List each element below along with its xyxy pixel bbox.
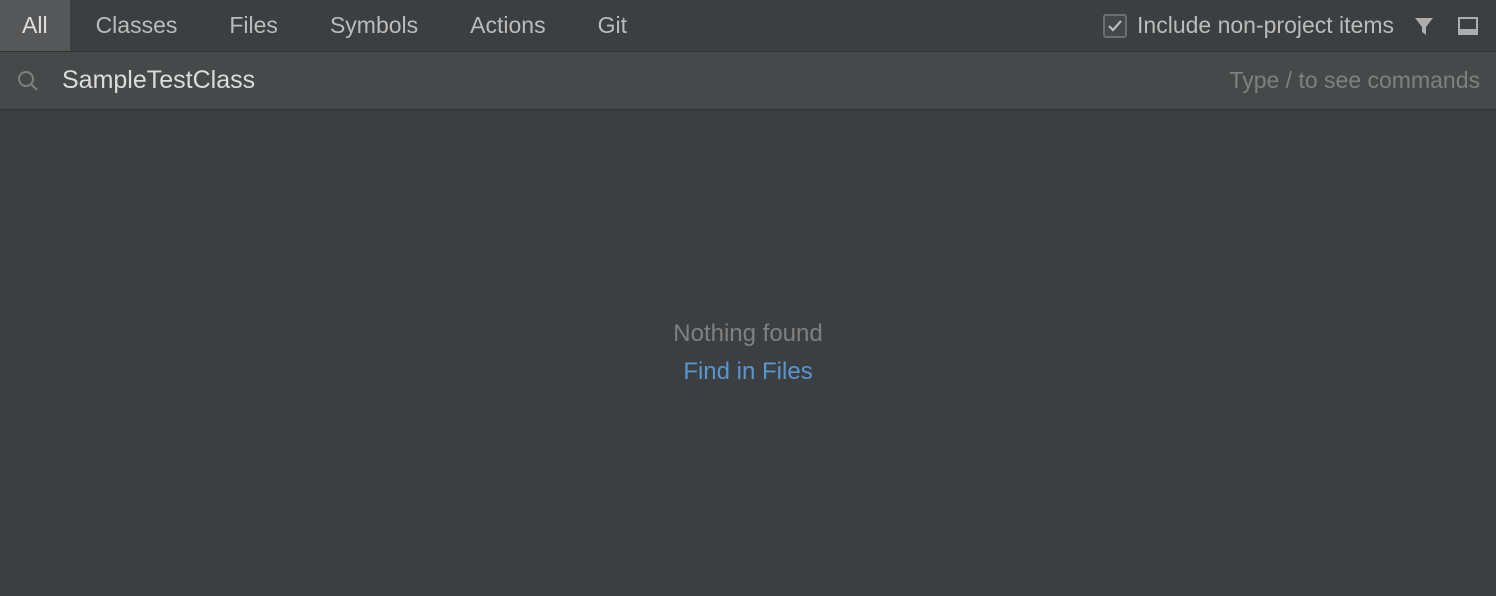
checkmark-icon bbox=[1107, 18, 1123, 34]
tab-label: Actions bbox=[470, 12, 545, 39]
tab-files[interactable]: Files bbox=[203, 0, 304, 51]
tab-label: All bbox=[22, 12, 48, 39]
tab-all[interactable]: All bbox=[0, 0, 70, 51]
filter-button[interactable] bbox=[1410, 12, 1438, 40]
tabs-right-group: Include non-project items bbox=[1103, 12, 1496, 40]
include-non-project-checkbox[interactable]: Include non-project items bbox=[1103, 12, 1394, 39]
tab-label: Symbols bbox=[330, 12, 418, 39]
tab-actions[interactable]: Actions bbox=[444, 0, 571, 51]
empty-results-message: Nothing found bbox=[673, 320, 822, 348]
search-bar: Type / to see commands bbox=[0, 52, 1496, 110]
results-area: Nothing found Find in Files bbox=[0, 110, 1496, 596]
tab-git[interactable]: Git bbox=[572, 0, 653, 51]
tab-classes[interactable]: Classes bbox=[70, 0, 204, 51]
search-input[interactable] bbox=[62, 66, 1213, 95]
tabs-left-group: All Classes Files Symbols Actions Git bbox=[0, 0, 653, 51]
funnel-icon bbox=[1412, 14, 1436, 38]
tab-symbols[interactable]: Symbols bbox=[304, 0, 444, 51]
open-in-tool-window-button[interactable] bbox=[1454, 12, 1482, 40]
tab-label: Git bbox=[598, 12, 627, 39]
search-icon bbox=[16, 69, 40, 93]
checkbox-label: Include non-project items bbox=[1137, 12, 1394, 39]
tab-label: Classes bbox=[96, 12, 178, 39]
search-hint: Type / to see commands bbox=[1229, 67, 1480, 94]
window-icon bbox=[1456, 14, 1480, 38]
checkbox-box bbox=[1103, 14, 1127, 38]
find-in-files-link[interactable]: Find in Files bbox=[683, 358, 812, 386]
tabs-bar: All Classes Files Symbols Actions Git In… bbox=[0, 0, 1496, 52]
tab-label: Files bbox=[229, 12, 278, 39]
